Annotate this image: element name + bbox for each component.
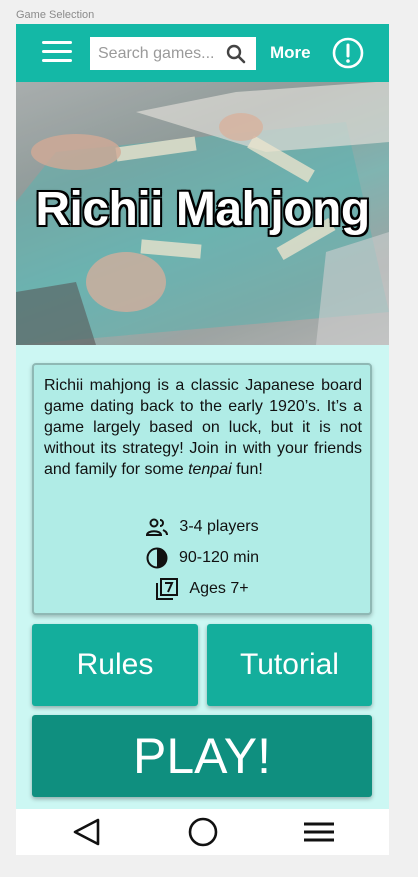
back-triangle-icon[interactable] [70,817,104,847]
players-label: 3-4 players [179,518,259,535]
clock-pie-icon [146,547,168,569]
description-text-end: fun! [231,461,263,478]
system-nav-bar [16,809,389,855]
top-app-bar: More [16,24,389,82]
search-input[interactable] [98,44,223,63]
hamburger-icon[interactable] [42,41,72,65]
rules-button[interactable]: Rules [32,624,198,706]
players-info: 3-4 players [34,515,370,539]
game-description: Richii mahjong is a classic Japanese boa… [44,375,362,480]
frame-label: Game Selection [16,9,95,21]
ages-label: Ages 7+ [189,580,249,597]
play-button[interactable]: PLAY! [32,715,372,797]
ages-info: Ages 7+ [34,577,370,601]
menu-lines-icon[interactable] [302,817,336,847]
tutorial-button[interactable]: Tutorial [207,624,372,706]
people-icon [146,518,169,536]
time-info: 90-120 min [34,546,370,570]
search-box[interactable] [90,37,256,70]
home-circle-icon[interactable] [186,817,220,847]
search-icon[interactable] [226,44,246,64]
description-emphasis: tenpai [188,461,232,478]
game-info-card: Richii mahjong is a classic Japanese boa… [32,363,372,615]
app-screen: More Richii Mahjong Richii mahjong is a … [16,24,389,855]
game-title: Richii Mahjong [34,182,371,237]
time-label: 90-120 min [178,549,260,566]
more-button[interactable]: More [270,43,311,63]
alert-circle-icon[interactable] [332,37,364,69]
age-rating-icon [156,578,179,600]
hero-image: Richii Mahjong [16,82,389,345]
